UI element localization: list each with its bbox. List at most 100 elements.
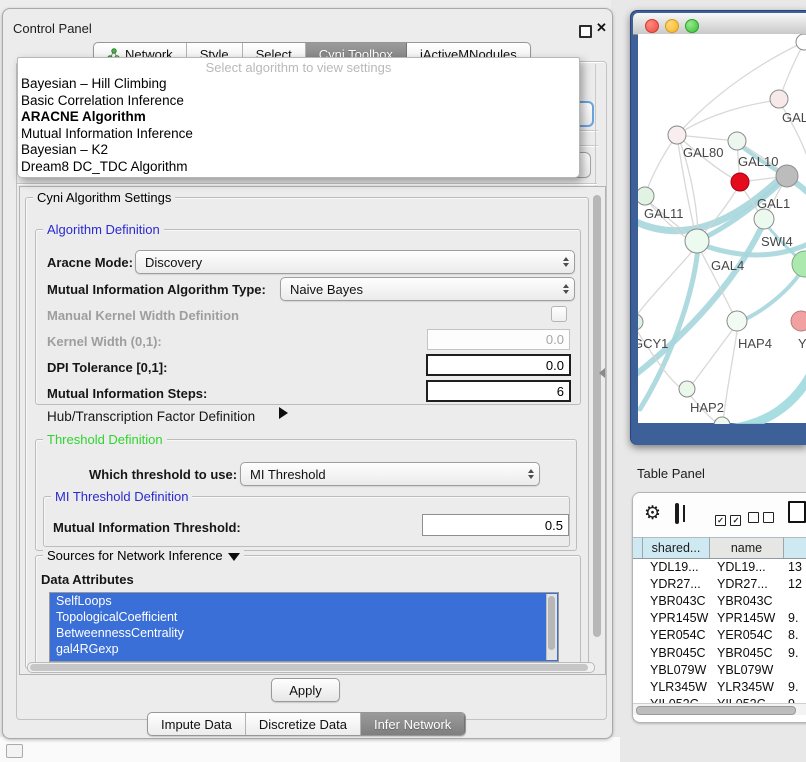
table-row[interactable]: YER054CYER054C8. [633,627,806,644]
network-node-swi4[interactable] [754,209,774,229]
data-attribute-item[interactable]: gal4RGexp [50,641,558,657]
sources-collapse-arrow-icon[interactable] [228,553,240,561]
control-panel-title: Control Panel [13,21,92,36]
minimize-traffic-light-icon[interactable] [665,19,679,33]
mi-type-select[interactable]: Naive Bayes [280,277,575,301]
table-header-row: shared... name [633,537,806,559]
hub-expand-arrow-icon[interactable] [279,407,288,419]
new-table-icon[interactable] [788,501,806,523]
table-row[interactable]: YIL052CYIL052C9. [633,696,806,704]
table-panel: ⚙ ✓ ✓ shared... name YDL19...YDL19...13Y… [632,492,806,723]
network-node-gcy1[interactable] [638,314,643,330]
list-scrollbar-track[interactable] [546,594,557,660]
network-view-window[interactable]: GALGAL80GAL10GAL1GAL11SWI4GAL4GCY1HAP4YH… [630,10,806,445]
stepper-arrows-icon [563,257,569,267]
network-edge[interactable] [677,100,779,135]
collapsed-panel-icon[interactable] [6,744,23,758]
settings-horizontal-scrollbar[interactable] [27,662,595,673]
network-node-label: GAL80 [683,145,723,160]
sources-legend-text: Sources for Network Inference [47,548,223,563]
table-cell: 12 [784,577,806,591]
network-edge[interactable] [645,135,677,196]
table-row[interactable]: YLR345WYLR345W9. [633,678,806,695]
network-node-gal80[interactable] [668,126,686,144]
network-window-titlebar[interactable] [633,13,806,35]
data-attributes-list[interactable]: SelfLoopsTopologicalCoefficientBetweenne… [49,592,559,662]
network-canvas[interactable]: GALGAL80GAL10GAL1GAL11SWI4GAL4GCY1HAP4YH… [638,34,806,423]
algorithm-option[interactable]: Bayesian – Hill Climbing [18,76,579,93]
algorithm-option[interactable]: Dream8 DC_TDC Algorithm [18,159,579,176]
table-cell: YER054C [710,628,784,642]
table-cell: YBL079W [710,663,784,677]
table-horizontal-scrollbar[interactable] [633,703,806,715]
network-node-gal4[interactable] [685,229,709,253]
list-scrollbar-thumb[interactable] [548,596,555,650]
tab-discretize-data[interactable]: Discretize Data [246,713,361,735]
network-node-gal[interactable] [770,90,788,108]
table-row[interactable]: YDL19...YDL19...13 [633,558,806,575]
data-attribute-item[interactable]: BetweennessCentrality [50,625,558,641]
algorithm-popup-list: Bayesian – Hill ClimbingBasic Correlatio… [18,76,579,175]
manual-kernel-checkbox[interactable] [551,306,567,322]
column-header-shared[interactable]: shared... [643,537,710,558]
network-node[interactable] [796,34,806,50]
apply-button[interactable]: Apply [271,678,340,702]
mi-steps-input[interactable]: 6 [426,380,571,402]
threshold-definition-legend: Threshold Definition [43,432,167,447]
settings-vertical-scrollbar[interactable] [593,195,601,637]
close-traffic-light-icon[interactable] [645,19,659,33]
network-node-hap2[interactable] [679,381,695,397]
tab-infer-network[interactable]: Infer Network [361,713,465,735]
float-panel-icon[interactable] [579,25,592,38]
table-row[interactable]: YBR043CYBR043C [633,592,806,609]
algorithm-option[interactable]: Bayesian – K2 [18,142,579,159]
network-node-label: GCY1 [638,336,668,351]
table-row[interactable]: YPR145WYPR145W9. [633,610,806,627]
panel-divider-arrow[interactable] [599,368,605,378]
network-node-label: SWI4 [761,234,793,249]
table-row[interactable]: YDR27...YDR27...12 [633,575,806,592]
algorithm-definition-legend: Algorithm Definition [43,222,164,237]
network-node[interactable] [776,165,798,187]
network-node-gal11[interactable] [638,187,654,205]
network-node-gal1[interactable] [731,173,749,191]
deselect-all-checkboxes-icon[interactable] [748,510,774,528]
which-threshold-select[interactable]: MI Threshold [240,462,540,486]
algorithm-option[interactable]: Mutual Information Inference [18,126,579,143]
column-header-partial[interactable] [784,537,806,558]
data-attribute-item[interactable]: TopologicalCoefficient [50,609,558,625]
dpi-tolerance-input[interactable]: 0.0 [426,354,571,376]
algorithm-dropdown-popup: Select algorithm to view settings Bayesi… [17,57,580,178]
algorithm-option[interactable]: ARACNE Algorithm [18,109,579,126]
table-cell: YBR045C [710,646,784,660]
gear-icon[interactable]: ⚙ [644,502,661,525]
network-node-hap4[interactable] [727,311,747,331]
zoom-traffic-light-icon[interactable] [685,19,699,33]
network-node-label: HAP2 [690,400,724,415]
mi-steps-label: Mutual Information Steps: [47,386,207,401]
columns-icon[interactable] [675,503,679,524]
table-cell: YDL19... [710,560,784,574]
close-panel-icon[interactable]: ✕ [596,20,607,36]
aracne-mode-value: Discovery [145,255,202,270]
algorithm-option[interactable]: Basic Correlation Inference [18,93,579,110]
select-all-checkboxes-icon[interactable]: ✓ ✓ [715,510,741,528]
horizontal-scrollbar-thumb[interactable] [30,664,588,671]
table-cell: 9. [784,646,806,660]
table-row[interactable]: YBL079WYBL079W [633,661,806,678]
network-node-y[interactable] [791,311,806,331]
aracne-mode-select[interactable]: Discovery [135,250,575,274]
table-row[interactable]: YBR045CYBR045C9. [633,644,806,661]
bottom-strip [0,737,620,762]
data-attribute-item[interactable]: SelfLoops [50,593,558,609]
column-header-name[interactable]: name [710,537,784,558]
table-horizontal-scrollbar-thumb[interactable] [636,706,796,715]
network-edge[interactable] [728,364,806,424]
network-node[interactable] [714,417,730,424]
etched-line [595,64,596,186]
tab-impute-data[interactable]: Impute Data [148,713,246,735]
mi-threshold-definition-legend: MI Threshold Definition [51,489,192,504]
network-node-gal10[interactable] [728,132,746,150]
mi-threshold-input[interactable]: 0.5 [422,514,569,536]
cyni-algorithm-settings-legend: Cyni Algorithm Settings [33,190,175,205]
